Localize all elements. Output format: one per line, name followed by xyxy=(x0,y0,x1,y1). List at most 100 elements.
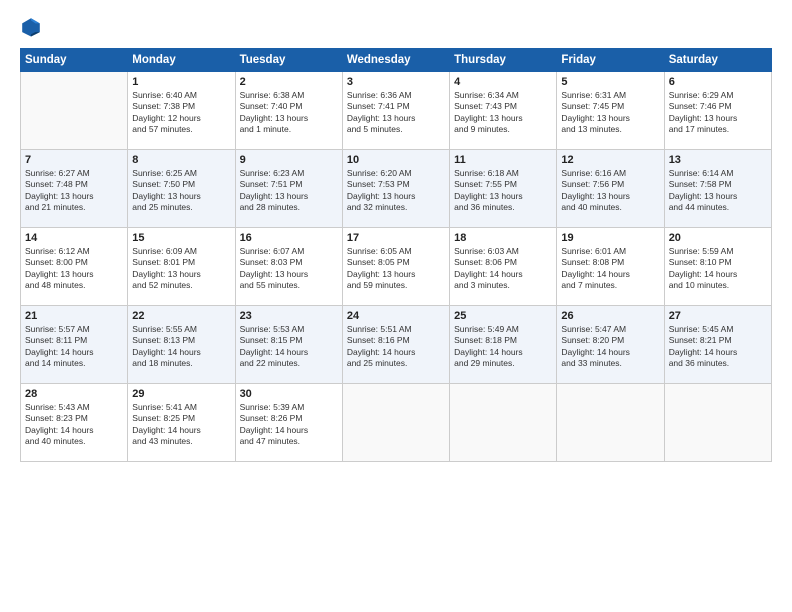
day-number: 5 xyxy=(561,76,659,88)
day-number: 12 xyxy=(561,154,659,166)
day-info: Sunrise: 5:39 AM Sunset: 8:26 PM Dayligh… xyxy=(240,402,338,448)
day-info: Sunrise: 6:16 AM Sunset: 7:56 PM Dayligh… xyxy=(561,168,659,214)
day-number: 19 xyxy=(561,232,659,244)
day-cell: 11 Sunrise: 6:18 AM Sunset: 7:55 PM Dayli… xyxy=(450,150,557,228)
col-header-saturday: Saturday xyxy=(664,49,771,72)
day-cell xyxy=(450,384,557,462)
day-cell: 2 Sunrise: 6:38 AM Sunset: 7:40 PM Daylig… xyxy=(235,72,342,150)
day-number: 10 xyxy=(347,154,445,166)
day-cell: 27 Sunrise: 5:45 AM Sunset: 8:21 PM Dayli… xyxy=(664,306,771,384)
day-number: 3 xyxy=(347,76,445,88)
day-number: 11 xyxy=(454,154,552,166)
day-number: 4 xyxy=(454,76,552,88)
day-info: Sunrise: 5:41 AM Sunset: 8:25 PM Dayligh… xyxy=(132,402,230,448)
day-number: 20 xyxy=(669,232,767,244)
day-cell: 4 Sunrise: 6:34 AM Sunset: 7:43 PM Daylig… xyxy=(450,72,557,150)
day-info: Sunrise: 6:40 AM Sunset: 7:38 PM Dayligh… xyxy=(132,90,230,136)
day-info: Sunrise: 6:25 AM Sunset: 7:50 PM Dayligh… xyxy=(132,168,230,214)
day-info: Sunrise: 6:18 AM Sunset: 7:55 PM Dayligh… xyxy=(454,168,552,214)
day-info: Sunrise: 5:45 AM Sunset: 8:21 PM Dayligh… xyxy=(669,324,767,370)
week-row-4: 28 Sunrise: 5:43 AM Sunset: 8:23 PM Dayli… xyxy=(21,384,772,462)
calendar-table: SundayMondayTuesdayWednesdayThursdayFrid… xyxy=(20,48,772,462)
day-info: Sunrise: 6:23 AM Sunset: 7:51 PM Dayligh… xyxy=(240,168,338,214)
day-cell: 30 Sunrise: 5:39 AM Sunset: 8:26 PM Dayli… xyxy=(235,384,342,462)
day-number: 9 xyxy=(240,154,338,166)
day-number: 28 xyxy=(25,388,123,400)
day-info: Sunrise: 5:47 AM Sunset: 8:20 PM Dayligh… xyxy=(561,324,659,370)
day-cell: 19 Sunrise: 6:01 AM Sunset: 8:08 PM Dayli… xyxy=(557,228,664,306)
day-cell: 5Sunrise: 6:31 AM Sunset: 7:45 PM Daylig… xyxy=(557,72,664,150)
col-header-tuesday: Tuesday xyxy=(235,49,342,72)
day-number: 16 xyxy=(240,232,338,244)
day-cell: 20 Sunrise: 5:59 AM Sunset: 8:10 PM Dayli… xyxy=(664,228,771,306)
day-info: Sunrise: 6:05 AM Sunset: 8:05 PM Dayligh… xyxy=(347,246,445,292)
day-info: Sunrise: 6:07 AM Sunset: 8:03 PM Dayligh… xyxy=(240,246,338,292)
col-header-friday: Friday xyxy=(557,49,664,72)
logo-icon xyxy=(20,16,42,38)
day-number: 30 xyxy=(240,388,338,400)
day-cell: 10 Sunrise: 6:20 AM Sunset: 7:53 PM Dayli… xyxy=(342,150,449,228)
day-info: Sunrise: 5:55 AM Sunset: 8:13 PM Dayligh… xyxy=(132,324,230,370)
col-header-sunday: Sunday xyxy=(21,49,128,72)
day-number: 29 xyxy=(132,388,230,400)
col-header-thursday: Thursday xyxy=(450,49,557,72)
day-cell: 23 Sunrise: 5:53 AM Sunset: 8:15 PM Dayli… xyxy=(235,306,342,384)
day-number: 6 xyxy=(669,76,767,88)
day-number: 2 xyxy=(240,76,338,88)
day-info: Sunrise: 5:43 AM Sunset: 8:23 PM Dayligh… xyxy=(25,402,123,448)
day-number: 1 xyxy=(132,76,230,88)
day-info: Sunrise: 6:14 AM Sunset: 7:58 PM Dayligh… xyxy=(669,168,767,214)
day-cell xyxy=(664,384,771,462)
day-number: 13 xyxy=(669,154,767,166)
day-cell: 9 Sunrise: 6:23 AM Sunset: 7:51 PM Daylig… xyxy=(235,150,342,228)
day-info: Sunrise: 6:12 AM Sunset: 8:00 PM Dayligh… xyxy=(25,246,123,292)
day-info: Sunrise: 6:03 AM Sunset: 8:06 PM Dayligh… xyxy=(454,246,552,292)
day-number: 8 xyxy=(132,154,230,166)
day-info: Sunrise: 5:49 AM Sunset: 8:18 PM Dayligh… xyxy=(454,324,552,370)
week-row-0: 1 Sunrise: 6:40 AM Sunset: 7:38 PM Daylig… xyxy=(21,72,772,150)
day-info: Sunrise: 6:20 AM Sunset: 7:53 PM Dayligh… xyxy=(347,168,445,214)
day-info: Sunrise: 6:09 AM Sunset: 8:01 PM Dayligh… xyxy=(132,246,230,292)
day-info: Sunrise: 5:53 AM Sunset: 8:15 PM Dayligh… xyxy=(240,324,338,370)
day-cell: 28 Sunrise: 5:43 AM Sunset: 8:23 PM Dayli… xyxy=(21,384,128,462)
day-cell: 14 Sunrise: 6:12 AM Sunset: 8:00 PM Dayli… xyxy=(21,228,128,306)
header xyxy=(20,16,772,38)
day-cell: 7Sunrise: 6:27 AM Sunset: 7:48 PM Daylig… xyxy=(21,150,128,228)
day-number: 22 xyxy=(132,310,230,322)
day-cell: 16 Sunrise: 6:07 AM Sunset: 8:03 PM Dayli… xyxy=(235,228,342,306)
day-cell: 8 Sunrise: 6:25 AM Sunset: 7:50 PM Daylig… xyxy=(128,150,235,228)
day-info: Sunrise: 5:59 AM Sunset: 8:10 PM Dayligh… xyxy=(669,246,767,292)
day-cell xyxy=(557,384,664,462)
day-number: 26 xyxy=(561,310,659,322)
day-cell: 26 Sunrise: 5:47 AM Sunset: 8:20 PM Dayli… xyxy=(557,306,664,384)
day-info: Sunrise: 6:01 AM Sunset: 8:08 PM Dayligh… xyxy=(561,246,659,292)
col-header-wednesday: Wednesday xyxy=(342,49,449,72)
day-cell: 29 Sunrise: 5:41 AM Sunset: 8:25 PM Dayli… xyxy=(128,384,235,462)
page: SundayMondayTuesdayWednesdayThursdayFrid… xyxy=(0,0,792,612)
day-cell: 1 Sunrise: 6:40 AM Sunset: 7:38 PM Daylig… xyxy=(128,72,235,150)
day-cell: 12 Sunrise: 6:16 AM Sunset: 7:56 PM Dayli… xyxy=(557,150,664,228)
day-number: 21 xyxy=(25,310,123,322)
day-cell: 17Sunrise: 6:05 AM Sunset: 8:05 PM Dayli… xyxy=(342,228,449,306)
day-number: 14 xyxy=(25,232,123,244)
day-cell: 6Sunrise: 6:29 AM Sunset: 7:46 PM Daylig… xyxy=(664,72,771,150)
day-cell: 21Sunrise: 5:57 AM Sunset: 8:11 PM Dayli… xyxy=(21,306,128,384)
day-info: Sunrise: 6:34 AM Sunset: 7:43 PM Dayligh… xyxy=(454,90,552,136)
col-header-monday: Monday xyxy=(128,49,235,72)
day-cell: 15 Sunrise: 6:09 AM Sunset: 8:01 PM Dayli… xyxy=(128,228,235,306)
day-number: 15 xyxy=(132,232,230,244)
day-cell: 18Sunrise: 6:03 AM Sunset: 8:06 PM Dayli… xyxy=(450,228,557,306)
day-cell: 3Sunrise: 6:36 AM Sunset: 7:41 PM Daylig… xyxy=(342,72,449,150)
day-cell: 13 Sunrise: 6:14 AM Sunset: 7:58 PM Dayli… xyxy=(664,150,771,228)
day-number: 25 xyxy=(454,310,552,322)
day-number: 27 xyxy=(669,310,767,322)
week-row-2: 14 Sunrise: 6:12 AM Sunset: 8:00 PM Dayli… xyxy=(21,228,772,306)
day-number: 23 xyxy=(240,310,338,322)
day-cell: 24Sunrise: 5:51 AM Sunset: 8:16 PM Dayli… xyxy=(342,306,449,384)
day-info: Sunrise: 6:38 AM Sunset: 7:40 PM Dayligh… xyxy=(240,90,338,136)
day-cell: 22 Sunrise: 5:55 AM Sunset: 8:13 PM Dayli… xyxy=(128,306,235,384)
header-row: SundayMondayTuesdayWednesdayThursdayFrid… xyxy=(21,49,772,72)
day-number: 7 xyxy=(25,154,123,166)
day-number: 24 xyxy=(347,310,445,322)
day-cell: 25 Sunrise: 5:49 AM Sunset: 8:18 PM Dayli… xyxy=(450,306,557,384)
